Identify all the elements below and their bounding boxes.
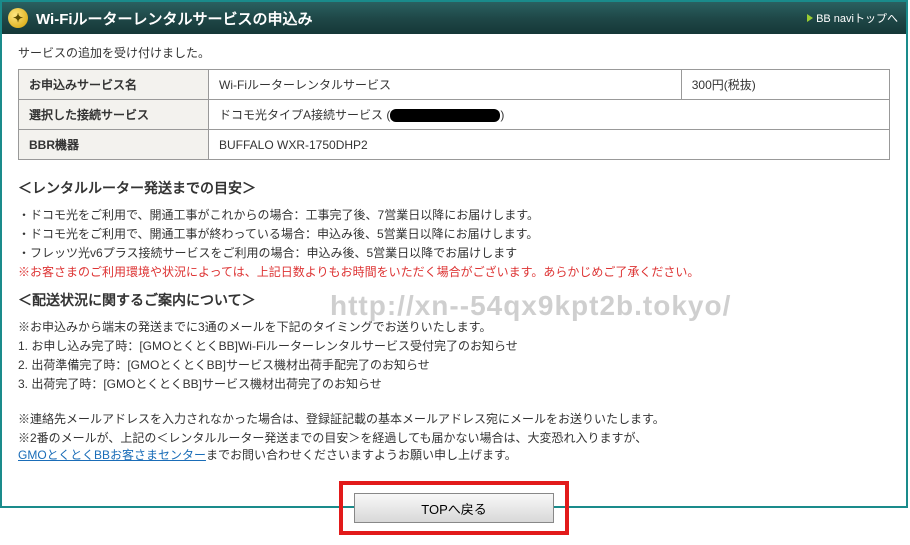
list-item: 2. 出荷準備完了時：[GMOとくとくBB]サービス機材出荷手配完了のお知らせ (18, 356, 890, 373)
support-center-link[interactable]: GMOとくとくBBお客さまセンター (18, 448, 206, 462)
row-label: 選択した接続サービス (19, 100, 209, 130)
row-value: ドコモ光タイプA接続サービス () (209, 100, 890, 130)
footnote: ※連絡先メールアドレスを入力されなかった場合は、登録証記載の基本メールアドレス宛… (18, 410, 890, 427)
application-table: お申込みサービス名 Wi-Fiルーターレンタルサービス 300円(税抜) 選択し… (18, 69, 890, 160)
redacted-icon (390, 109, 500, 122)
row-price: 300円(税抜) (681, 70, 889, 100)
row-value: BUFFALO WXR-1750DHP2 (209, 130, 890, 160)
intro-text: ※お申込みから端末の発送までに3通のメールを下記のタイミングでお送りいたします。 (18, 318, 890, 335)
list-item: 3. 出荷完了時：[GMOとくとくBB]サービス機材出荷完了のお知らせ (18, 375, 890, 392)
section-heading: ＜配送状況に関するご案内について＞ (18, 290, 890, 310)
top-return-button[interactable]: TOPへ戻る (354, 493, 554, 523)
logo-icon: ✦ (8, 8, 28, 28)
confirm-message: サービスの追加を受け付けました。 (18, 44, 890, 61)
list-item: ドコモ光をご利用で、開通工事が終わっている場合：申込み後、5営業日以降にお届けし… (18, 225, 890, 242)
page-header: ✦ Wi-Fiルーターレンタルサービスの申込み BB naviトップへ (2, 2, 906, 34)
table-row: お申込みサービス名 Wi-Fiルーターレンタルサービス 300円(税抜) (19, 70, 890, 100)
list-item: フレッツ光v6プラス接続サービスをご利用の場合：申込み後、5営業日以降でお届けし… (18, 244, 890, 261)
warning-note: ※お客さまのご利用環境や状況によっては、上記日数よりもお時間をいただく場合がござ… (18, 263, 890, 280)
page-title: Wi-Fiルーターレンタルサービスの申込み (36, 8, 313, 29)
footnote: ※2番のメールが、上記の＜レンタルルーター発送までの目安＞を経過しても届かない場… (18, 429, 890, 463)
table-row: 選択した接続サービス ドコモ光タイプA接続サービス () (19, 100, 890, 130)
section-heading: ＜レンタルルーター発送までの目安＞ (18, 178, 890, 198)
button-highlight: TOPへ戻る (339, 481, 569, 535)
shipping-bullets: ドコモ光をご利用で、開通工事がこれからの場合：工事完了後、7営業日以降にお届けし… (18, 206, 890, 261)
row-label: BBR機器 (19, 130, 209, 160)
row-value: Wi-Fiルーターレンタルサービス (209, 70, 682, 100)
list-item: ドコモ光をご利用で、開通工事がこれからの場合：工事完了後、7営業日以降にお届けし… (18, 206, 890, 223)
row-label: お申込みサービス名 (19, 70, 209, 100)
table-row: BBR機器 BUFFALO WXR-1750DHP2 (19, 130, 890, 160)
nav-top-link[interactable]: BB naviトップへ (807, 10, 898, 26)
list-item: 1. お申し込み完了時：[GMOとくとくBB]Wi-Fiルーターレンタルサービス… (18, 337, 890, 354)
